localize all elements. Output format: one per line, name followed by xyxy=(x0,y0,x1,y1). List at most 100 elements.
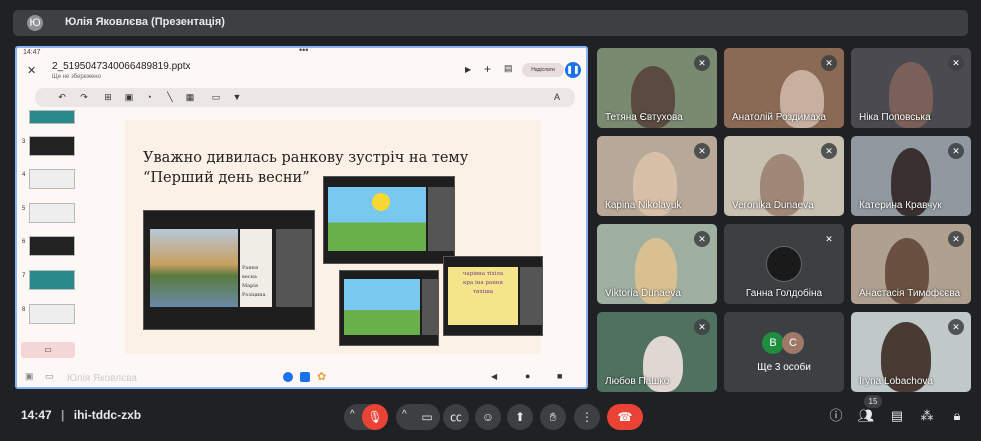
undo-icon[interactable]: ↶ xyxy=(57,92,67,102)
presentation-banner: Ю Юлія Яковлєва (Презентація) xyxy=(13,10,968,36)
mic-off-button[interactable]: 🎙︎ xyxy=(362,404,388,430)
participant-name: Viktoria Dunaeva xyxy=(605,288,681,299)
mic-off-icon: ✕ xyxy=(821,143,837,159)
recents-nav-icon[interactable]: ■ xyxy=(557,371,562,381)
participant-name: Veronika Dunaeva xyxy=(732,200,814,211)
audio-level-icon: ❚❚ xyxy=(565,62,581,78)
participant-tile[interactable]: ✕ Ніка Поповська xyxy=(851,48,971,128)
play-icon[interactable]: ▶ xyxy=(465,65,471,74)
more-options-button[interactable]: ⋮ xyxy=(574,404,600,430)
participant-avatar xyxy=(766,246,802,282)
sun-shape xyxy=(372,193,390,211)
slide-thumbnail[interactable] xyxy=(29,304,75,324)
add-icon[interactable]: + xyxy=(484,62,491,76)
emoji-button[interactable]: ☺ xyxy=(475,404,501,430)
slide-number: 5 xyxy=(22,206,26,212)
mic-off-icon: ✕ xyxy=(694,143,710,159)
more-participants-label: Ще 3 особи xyxy=(757,362,811,373)
activities-icon[interactable]: ⁂ xyxy=(918,407,936,425)
new-slide-button[interactable]: ▭ xyxy=(21,342,75,358)
share-button[interactable]: Надіслати xyxy=(522,63,564,77)
mic-off-icon: ✕ xyxy=(821,55,837,71)
raise-hand-button[interactable]: ✋︎ xyxy=(540,404,566,430)
more-participants-tile[interactable]: B C Ще 3 особи xyxy=(724,312,844,392)
presentation-view[interactable]: 14:47 ••• ✕ 2_5195047340066489819.pptx Щ… xyxy=(15,46,588,389)
meeting-time: 14:47 xyxy=(21,408,52,422)
screen-icon[interactable]: ▭ xyxy=(45,371,54,382)
video-options-icon[interactable]: ^ xyxy=(402,409,407,420)
mic-off-icon: ✕ xyxy=(948,143,964,159)
redo-icon[interactable]: ↷ xyxy=(79,92,89,102)
table-icon[interactable]: ▦ xyxy=(185,92,195,102)
participant-tile[interactable]: ✕ Катерина Кравчук xyxy=(851,136,971,216)
camera-button[interactable]: ▭ xyxy=(414,404,440,430)
slide-number: 4 xyxy=(22,172,26,178)
presenter-avatar: Ю xyxy=(27,15,43,31)
participant-tile[interactable]: ✕ Анастасія Тимофєєва xyxy=(851,224,971,304)
back-nav-icon[interactable]: ◀ xyxy=(491,372,497,381)
slide-number: 3 xyxy=(22,139,26,145)
shapes-icon[interactable]: ◔ xyxy=(144,92,154,102)
image-icon[interactable]: ▣ xyxy=(124,92,134,102)
phone-icon[interactable] xyxy=(283,372,293,382)
slide-thumbnail[interactable] xyxy=(29,110,75,124)
host-controls-icon[interactable]: 🔒︎ xyxy=(948,407,966,425)
mic-off-icon: ✕ xyxy=(948,55,964,71)
messages-icon[interactable] xyxy=(300,372,310,382)
presenter-footer: ▣ ▭ Юлія Яковлєва ✿ ◀ ● ■ xyxy=(17,369,586,387)
captions-button[interactable]: ㏄ xyxy=(443,404,469,430)
meeting-code: ihi-tddc-zxb xyxy=(73,408,142,422)
participant-tile[interactable]: ✕ Viktoria Dunaeva xyxy=(597,224,717,304)
participant-tile[interactable]: ✕ Любов Пашко xyxy=(597,312,717,392)
screenshot-image-1: Рання весна Марія Розіцина xyxy=(143,210,315,330)
poem-text: чарівна тіхіла кра іна рання тихіша xyxy=(448,267,518,325)
leave-call-button[interactable]: ☎︎ xyxy=(607,404,643,430)
participant-tile[interactable]: ✕ Veronika Dunaeva xyxy=(724,136,844,216)
mic-off-icon: ✕ xyxy=(694,55,710,71)
screenshot-image-2 xyxy=(323,176,455,264)
camera-control-group: ^ ▭ xyxy=(396,404,440,430)
slide-number: 7 xyxy=(22,273,26,279)
presentation-title: Юлія Яковлєва (Презентація) xyxy=(65,16,225,28)
slide-thumbnail[interactable] xyxy=(29,203,75,223)
slide-thumbnail[interactable] xyxy=(29,136,75,156)
audio-options-icon[interactable]: ^ xyxy=(350,409,355,420)
slide-number: 8 xyxy=(22,307,26,313)
document-header: ✕ 2_5195047340066489819.pptx Ще не збере… xyxy=(17,58,586,84)
photos-icon[interactable]: ✿ xyxy=(317,370,326,383)
paint-format-icon[interactable]: ▼ xyxy=(232,92,242,102)
layout-icon[interactable]: ▭ xyxy=(211,92,221,102)
line-icon[interactable]: ╲ xyxy=(165,92,175,102)
participant-tile[interactable]: ✕ Карina Nikolayuk xyxy=(597,136,717,216)
presenter-name: Юлія Яковлєва xyxy=(67,373,137,384)
comment-icon[interactable]: ▤ xyxy=(504,63,513,74)
close-icon[interactable]: ✕ xyxy=(27,64,36,77)
text-format-icon[interactable]: A xyxy=(552,92,562,102)
current-slide: Уважно дивилась ранкову зустріч на тему … xyxy=(125,120,543,354)
participants-strip xyxy=(520,267,542,325)
participant-name: Анатолій Роздимаха xyxy=(732,112,827,123)
participant-count-badge: 15 xyxy=(864,395,882,408)
participant-tile[interactable]: ✕ Тетяна Євтухова xyxy=(597,48,717,128)
meeting-controls: 14:47 | ihi-tddc-zxb ^ 🎙︎ ^ ▭ ㏄ ☺ ⬆ ✋︎ ⋮… xyxy=(0,395,981,441)
pip-icon[interactable]: ▣ xyxy=(25,371,34,382)
slide-thumbnail[interactable] xyxy=(29,236,75,256)
mic-off-icon: ✕ xyxy=(821,231,837,247)
screenshot-image-3 xyxy=(339,270,439,346)
participant-tile[interactable]: ✕ Ганна Голдобіна xyxy=(724,224,844,304)
home-nav-icon[interactable]: ● xyxy=(525,371,530,381)
people-icon[interactable]: 👥︎ xyxy=(857,407,875,425)
present-button[interactable]: ⬆ xyxy=(507,404,533,430)
slide-thumbnail[interactable] xyxy=(29,270,75,290)
chat-icon[interactable]: ▤ xyxy=(888,407,906,425)
participants-strip xyxy=(276,229,312,307)
text-box-icon[interactable]: ⊞ xyxy=(103,92,113,102)
mic-off-icon: ✕ xyxy=(948,319,964,335)
participant-tile[interactable]: ✕ Iryna Lobachova xyxy=(851,312,971,392)
participant-tile[interactable]: ✕ Анатолій Роздимаха xyxy=(724,48,844,128)
meeting-details-icon[interactable]: ⓘ xyxy=(827,407,845,425)
share-label: Надіслати xyxy=(531,67,555,73)
slide-thumbnail[interactable] xyxy=(29,169,75,189)
device-time: 14:47 xyxy=(23,49,41,56)
participant-name: Карina Nikolayuk xyxy=(605,200,682,211)
